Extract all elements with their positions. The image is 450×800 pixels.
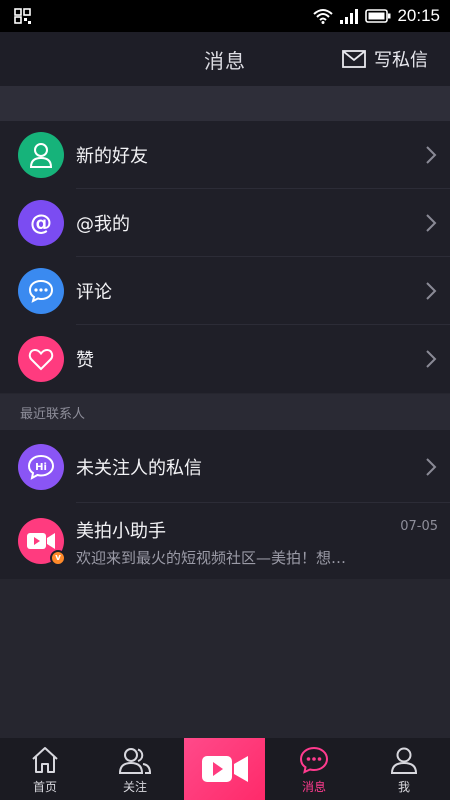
- comments-badge: [18, 268, 64, 314]
- battery-icon: [365, 9, 391, 23]
- chat-bubble-icon: [299, 746, 329, 774]
- tab-me[interactable]: 我: [359, 738, 449, 800]
- hi-text: Hi: [35, 462, 47, 473]
- wifi-icon: [313, 9, 334, 24]
- menu-item-label: 赞: [76, 350, 94, 371]
- menu-item-comments[interactable]: 评论: [0, 257, 450, 325]
- hi-bubble-icon: Hi: [27, 454, 55, 480]
- status-time: 20:15: [397, 6, 440, 25]
- compose-message-button[interactable]: 写私信: [342, 32, 428, 86]
- likes-badge: [18, 336, 64, 382]
- video-camera-icon: [201, 756, 248, 782]
- chevron-right-icon: [426, 282, 437, 300]
- unfollowed-badge: Hi: [18, 443, 64, 490]
- at-icon: @: [30, 211, 52, 235]
- chevron-right-icon: [426, 214, 437, 232]
- unfollowed-messages-item[interactable]: Hi 未关注人的私信: [0, 430, 450, 503]
- signal-icon: [340, 9, 359, 24]
- tab-label: 关注: [122, 780, 147, 794]
- message-preview: 欢迎来到最火的短视频社区—美拍！想…: [76, 549, 347, 567]
- tab-label: 我: [397, 780, 410, 794]
- menu-item-label: @我的: [76, 214, 130, 235]
- person-icon: [390, 747, 418, 774]
- menu-item-new-friends[interactable]: 新的好友: [0, 121, 450, 189]
- status-bar: 20:15: [0, 0, 450, 32]
- record-video-button[interactable]: [184, 738, 265, 800]
- menu-item-label: 新的好友: [76, 146, 148, 167]
- tab-following[interactable]: 关注: [90, 738, 180, 800]
- comment-icon: [28, 279, 54, 303]
- notification-menu: 新的好友 @ @我的 评论 赞: [0, 121, 450, 393]
- tab-home[interactable]: 首页: [0, 738, 90, 800]
- video-camera-icon: [27, 533, 55, 549]
- menu-item-mentions[interactable]: @ @我的: [0, 189, 450, 257]
- mentions-badge: @: [18, 200, 64, 246]
- unfollowed-label: 未关注人的私信: [76, 457, 202, 479]
- tab-messages[interactable]: 消息: [269, 738, 359, 800]
- bottom-tab-bar: 首页 关注 消息 我: [0, 738, 450, 800]
- person-icon: [29, 143, 53, 168]
- verified-badge: v: [50, 550, 66, 566]
- heart-icon: [28, 348, 54, 371]
- compose-label: 写私信: [374, 50, 428, 71]
- menu-item-likes[interactable]: 赞: [0, 325, 450, 393]
- chevron-right-icon: [426, 457, 437, 476]
- qr-scan-icon: [14, 8, 31, 24]
- recent-contacts-list: Hi 未关注人的私信 v 美拍小助手 欢迎来到最火的短视频社区—美拍！想… 07…: [0, 430, 450, 579]
- tab-label: 消息: [301, 780, 326, 794]
- new-friends-badge: [18, 132, 64, 178]
- envelope-icon: [342, 50, 366, 68]
- assistant-avatar: v: [18, 518, 66, 566]
- svg-text:@: @: [30, 211, 52, 235]
- menu-item-label: 评论: [76, 282, 112, 303]
- chevron-right-icon: [426, 146, 437, 164]
- message-date: 07-05: [400, 519, 438, 534]
- conversation-meipai-assistant[interactable]: v 美拍小助手 欢迎来到最火的短视频社区—美拍！想… 07-05: [0, 503, 450, 579]
- contact-name: 美拍小助手: [76, 521, 166, 542]
- verified-badge-text: v: [55, 553, 61, 563]
- users-icon: [118, 748, 152, 774]
- recent-contacts-header: 最近联系人: [0, 394, 450, 430]
- home-icon: [32, 747, 58, 773]
- status-indicators: 20:15: [313, 6, 440, 26]
- page-title: 消息: [204, 48, 246, 73]
- chevron-right-icon: [426, 350, 437, 368]
- spacer-band: [0, 86, 450, 121]
- tab-label: 首页: [32, 780, 57, 794]
- nav-bar: 消息 写私信: [0, 32, 450, 86]
